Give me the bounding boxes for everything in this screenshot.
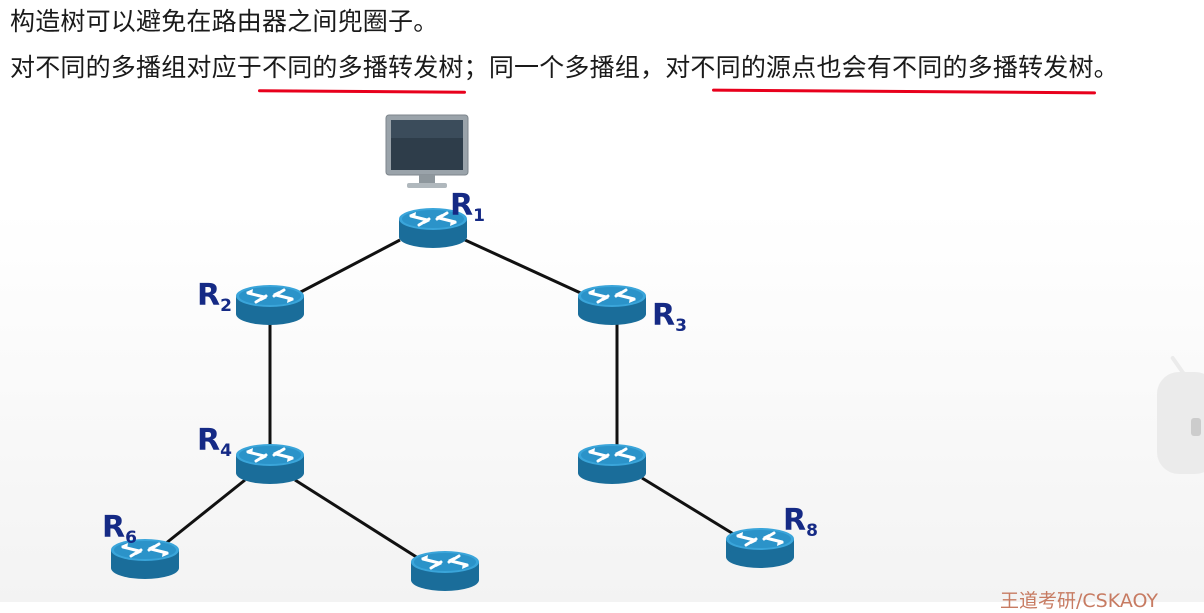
label-r2: R2 <box>197 278 232 316</box>
router-r2-icon <box>234 283 306 327</box>
router-r3-icon <box>576 283 648 327</box>
link-r4-leaf <box>294 478 419 560</box>
link-r4-r6 <box>159 478 246 550</box>
router-r4-icon <box>234 442 306 486</box>
label-r6: R6 <box>102 510 137 548</box>
multicast-tree-diagram: R1 R2 R3 R4 R6 R8 <box>102 114 818 593</box>
router-r7-icon <box>409 549 481 593</box>
link-r1-r3 <box>464 238 586 297</box>
label-r8: R8 <box>783 503 818 541</box>
link-node-r8 <box>641 476 741 540</box>
label-r4: R4 <box>197 423 232 461</box>
computer-icon <box>385 114 469 188</box>
label-r1: R1 <box>450 188 485 226</box>
label-r3: R3 <box>652 298 687 336</box>
link-r1-r2 <box>294 238 401 297</box>
router-r5-icon <box>576 442 648 486</box>
floating-video-app-icon[interactable] <box>1157 372 1204 474</box>
tree-links <box>159 238 741 560</box>
router-r6-icon <box>109 537 181 581</box>
watermark: 王道考研/CSKAOY <box>1000 590 1159 612</box>
